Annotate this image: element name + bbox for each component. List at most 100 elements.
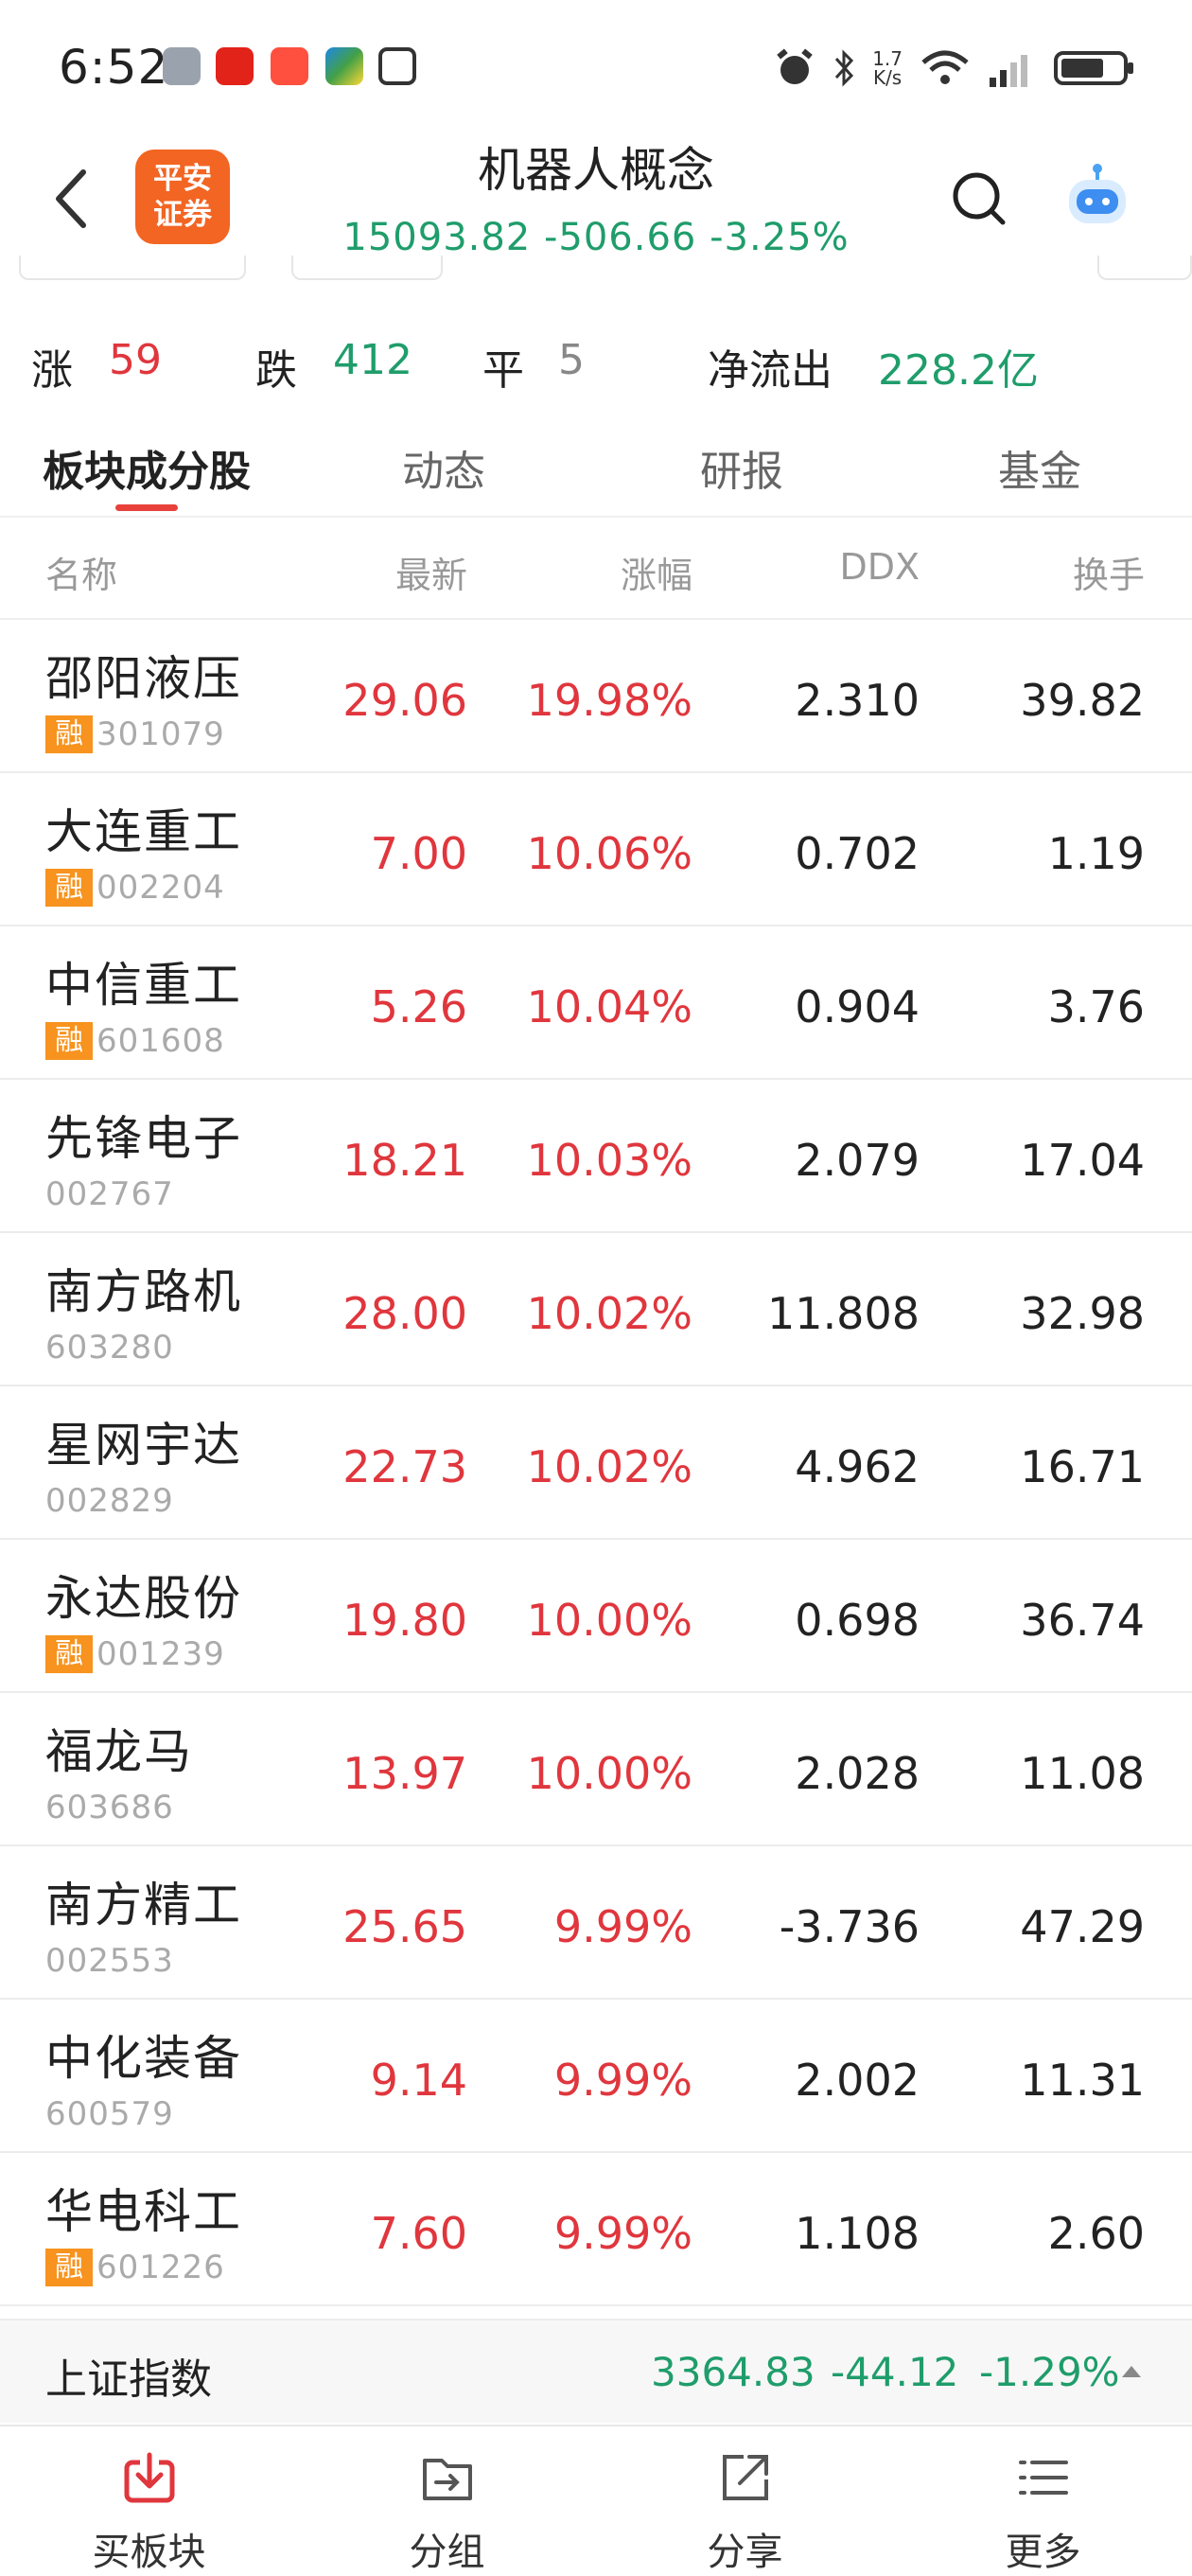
stock-price: 9.14 xyxy=(370,2055,467,2106)
market-index-bar[interactable]: 上证指数 3364.83 -44.12 -1.29% xyxy=(0,2319,1192,2423)
table-row[interactable]: 邵阳液压融 301079 29.06 19.98% 2.310 39.82 xyxy=(0,620,1192,773)
stock-ddx: 2.002 xyxy=(795,2055,920,2106)
chevron-left-icon xyxy=(56,169,86,228)
table-row[interactable]: 大连重工融 002204 7.00 10.06% 0.702 1.19 xyxy=(0,773,1192,926)
status-time: 6:52 xyxy=(59,40,169,95)
nav-share[interactable]: 分享 xyxy=(596,2426,894,2576)
stock-code-group: 603686 xyxy=(45,1788,174,1827)
up-label: 涨 xyxy=(31,346,73,395)
table-row[interactable]: 永达股份融 001239 19.80 10.00% 0.698 36.74 xyxy=(0,1540,1192,1693)
col-name[interactable]: 名称 xyxy=(45,546,117,598)
alarm-icon xyxy=(777,48,813,84)
stock-ddx: 2.310 xyxy=(795,675,920,726)
stock-price: 18.21 xyxy=(342,1135,467,1186)
stock-name: 大连重工 xyxy=(45,804,242,859)
sector-index-change: -506.66 xyxy=(543,216,697,259)
nav-buy-sector[interactable]: 买板块 xyxy=(0,2426,298,2576)
stock-name: 华电科工 xyxy=(45,2184,242,2239)
stock-price: 19.80 xyxy=(342,1595,467,1646)
hidden-tab-edge xyxy=(291,256,443,280)
hidden-tab-edge xyxy=(19,256,246,280)
stock-ddx: 2.079 xyxy=(795,1135,920,1186)
stock-code: 601608 xyxy=(96,1022,225,1060)
stock-ddx: 11.808 xyxy=(767,1288,920,1339)
margin-trading-badge: 融 xyxy=(45,2249,93,2286)
col-change-pct[interactable]: 涨幅 xyxy=(621,546,692,598)
stock-price: 25.65 xyxy=(342,1901,467,1952)
bluetooth-icon xyxy=(835,49,854,87)
stock-price: 29.06 xyxy=(342,675,467,726)
stock-code-group: 融 601226 xyxy=(45,2248,225,2287)
tab-research[interactable]: 研报 xyxy=(700,437,783,498)
stock-change-pct: 10.02% xyxy=(526,1441,692,1492)
menu-list-icon xyxy=(1019,2461,1068,2495)
stock-ddx: 4.962 xyxy=(795,1441,920,1492)
hidden-tab-edge xyxy=(1097,256,1192,280)
stock-code: 301079 xyxy=(96,715,225,753)
network-speed-unit: K/s xyxy=(872,66,903,89)
tab-constituents[interactable]: 板块成分股 xyxy=(43,437,251,498)
stock-price: 28.00 xyxy=(342,1288,467,1339)
sector-index-quote: 15093.82 -506.66 -3.25% xyxy=(322,216,870,259)
stock-turnover: 32.98 xyxy=(1020,1288,1145,1339)
stock-name: 中化装备 xyxy=(45,2031,242,2086)
sector-tabs: 板块成分股 动态 研报 基金 xyxy=(0,426,1192,511)
stock-code-group: 融 301079 xyxy=(45,715,225,754)
stock-code-group: 融 601608 xyxy=(45,1021,225,1061)
col-price[interactable]: 最新 xyxy=(395,546,467,598)
contact-avatar-icon xyxy=(163,47,201,85)
nav-group[interactable]: 分组 xyxy=(298,2426,596,2576)
taobao-icon xyxy=(271,47,308,85)
bottom-nav: 买板块 分组 分享 更多 xyxy=(0,2425,1192,2574)
sector-stats: 涨 59 跌 412 平 5 净流出 228.2亿 xyxy=(0,326,1192,402)
table-row[interactable]: 中信重工融 601608 5.26 10.04% 0.904 3.76 xyxy=(0,926,1192,1080)
download-tray-icon xyxy=(124,2452,175,2503)
table-header: 名称 最新 涨幅 DDX 换手 xyxy=(0,516,1192,620)
stock-change-pct: 10.00% xyxy=(526,1748,692,1799)
search-button[interactable] xyxy=(946,166,1012,232)
col-ddx[interactable]: DDX xyxy=(839,546,920,588)
table-row[interactable]: 华电科工融 601226 7.60 9.99% 1.108 2.60 xyxy=(0,2153,1192,2306)
stock-change-pct: 10.04% xyxy=(526,981,692,1032)
table-row[interactable]: 福龙马 603686 13.97 10.00% 2.028 11.08 xyxy=(0,1693,1192,1846)
stock-price: 5.26 xyxy=(370,981,467,1032)
search-icon xyxy=(953,172,1006,225)
table-row[interactable]: 先锋电子 002767 18.21 10.03% 2.079 17.04 xyxy=(0,1080,1192,1233)
tab-news[interactable]: 动态 xyxy=(402,437,485,498)
stock-turnover: 16.71 xyxy=(1020,1441,1145,1492)
page-title: 机器人概念 xyxy=(478,143,714,198)
table-row[interactable]: 南方精工 002553 25.65 9.99% -3.736 47.29 xyxy=(0,1846,1192,2000)
stock-code-group: 002829 xyxy=(45,1481,174,1521)
stock-change-pct: 9.99% xyxy=(553,2208,692,2259)
stock-change-pct: 10.00% xyxy=(526,1595,692,1646)
network-speed: 1.7 K/s xyxy=(872,49,903,87)
stock-code: 002767 xyxy=(45,1175,174,1213)
nav-share-label: 分享 xyxy=(707,2531,783,2574)
stock-change-pct: 19.98% xyxy=(526,675,692,726)
table-row[interactable]: 南方路机 603280 28.00 10.02% 11.808 32.98 xyxy=(0,1233,1192,1386)
nav-more[interactable]: 更多 xyxy=(894,2426,1192,2576)
stock-ddx: 1.108 xyxy=(795,2208,920,2259)
ai-assistant-button[interactable] xyxy=(1060,159,1135,235)
market-index-pct: -1.29% xyxy=(979,2349,1120,2395)
app-red-icon xyxy=(216,47,254,85)
stock-name: 南方精工 xyxy=(45,1878,242,1932)
flat-label: 平 xyxy=(482,346,524,395)
stock-turnover: 11.31 xyxy=(1020,2055,1145,2106)
stock-name: 南方路机 xyxy=(45,1264,242,1319)
stock-ddx: 0.698 xyxy=(795,1595,920,1646)
stock-price: 22.73 xyxy=(342,1441,467,1492)
back-button[interactable] xyxy=(45,161,98,237)
tab-funds[interactable]: 基金 xyxy=(998,437,1081,498)
sector-index-pct: -3.25% xyxy=(710,216,850,259)
active-tab-indicator xyxy=(115,504,178,511)
stock-name: 福龙马 xyxy=(45,1724,193,1779)
nav-more-label: 更多 xyxy=(1005,2531,1081,2574)
market-index-name: 上证指数 xyxy=(45,2355,212,2404)
folder-arrow-icon xyxy=(423,2459,472,2500)
col-turnover[interactable]: 换手 xyxy=(1073,546,1145,598)
down-count: 412 xyxy=(333,336,412,384)
table-row[interactable]: 中化装备 600579 9.14 9.99% 2.002 11.31 xyxy=(0,2000,1192,2153)
table-row[interactable]: 星网宇达 002829 22.73 10.02% 4.962 16.71 xyxy=(0,1386,1192,1540)
stock-name: 邵阳液压 xyxy=(45,651,242,706)
